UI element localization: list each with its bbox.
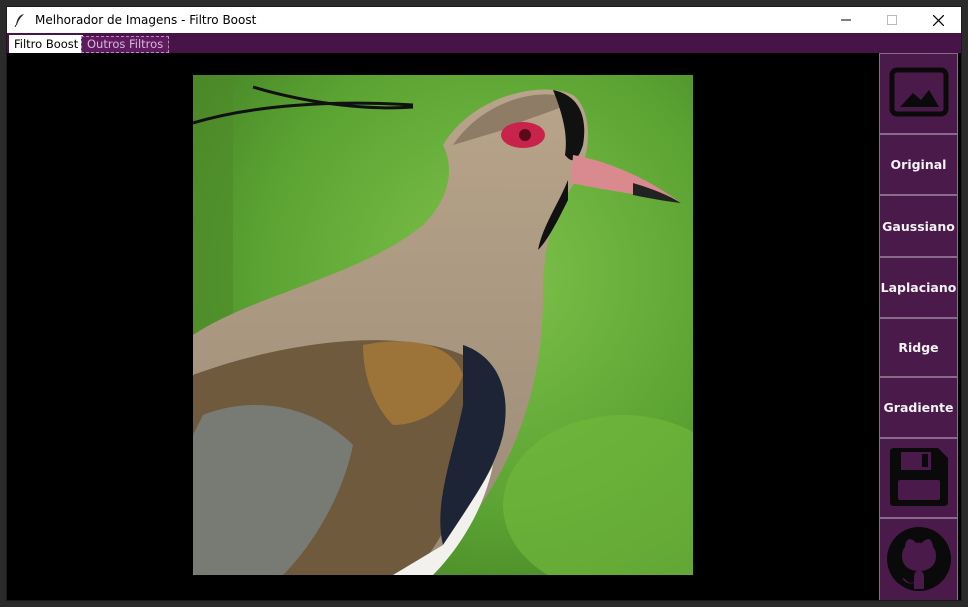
minimize-button[interactable] [823,7,869,33]
github-button[interactable] [879,518,958,600]
save-icon [886,444,952,513]
window-title: Melhorador de Imagens - Filtro Boost [35,13,257,27]
app-window: Melhorador de Imagens - Filtro Boost Fil… [6,6,962,601]
window-controls [823,7,961,33]
ridge-button[interactable]: Ridge [879,318,958,377]
bird-photo [193,75,693,575]
save-button[interactable] [879,438,958,518]
feather-icon [13,13,27,27]
github-icon [885,525,953,596]
tab-bar: Filtro Boost Outros Filtros [7,33,961,53]
image-icon [889,67,949,120]
title-bar: Melhorador de Imagens - Filtro Boost [7,7,961,33]
filter-sidebar: Original Gaussiano Laplaciano Ridge Grad… [878,53,958,600]
tab-outros-filtros[interactable]: Outros Filtros [81,36,170,53]
gaussiano-button[interactable]: Gaussiano [879,195,958,257]
gradiente-button[interactable]: Gradiente [879,377,958,438]
open-image-button[interactable] [879,53,958,134]
original-button[interactable]: Original [879,134,958,195]
laplaciano-button[interactable]: Laplaciano [879,257,958,318]
close-button[interactable] [915,7,961,33]
maximize-button[interactable] [869,7,915,33]
tab-filtro-boost[interactable]: Filtro Boost [9,35,84,53]
image-canvas [7,53,878,600]
